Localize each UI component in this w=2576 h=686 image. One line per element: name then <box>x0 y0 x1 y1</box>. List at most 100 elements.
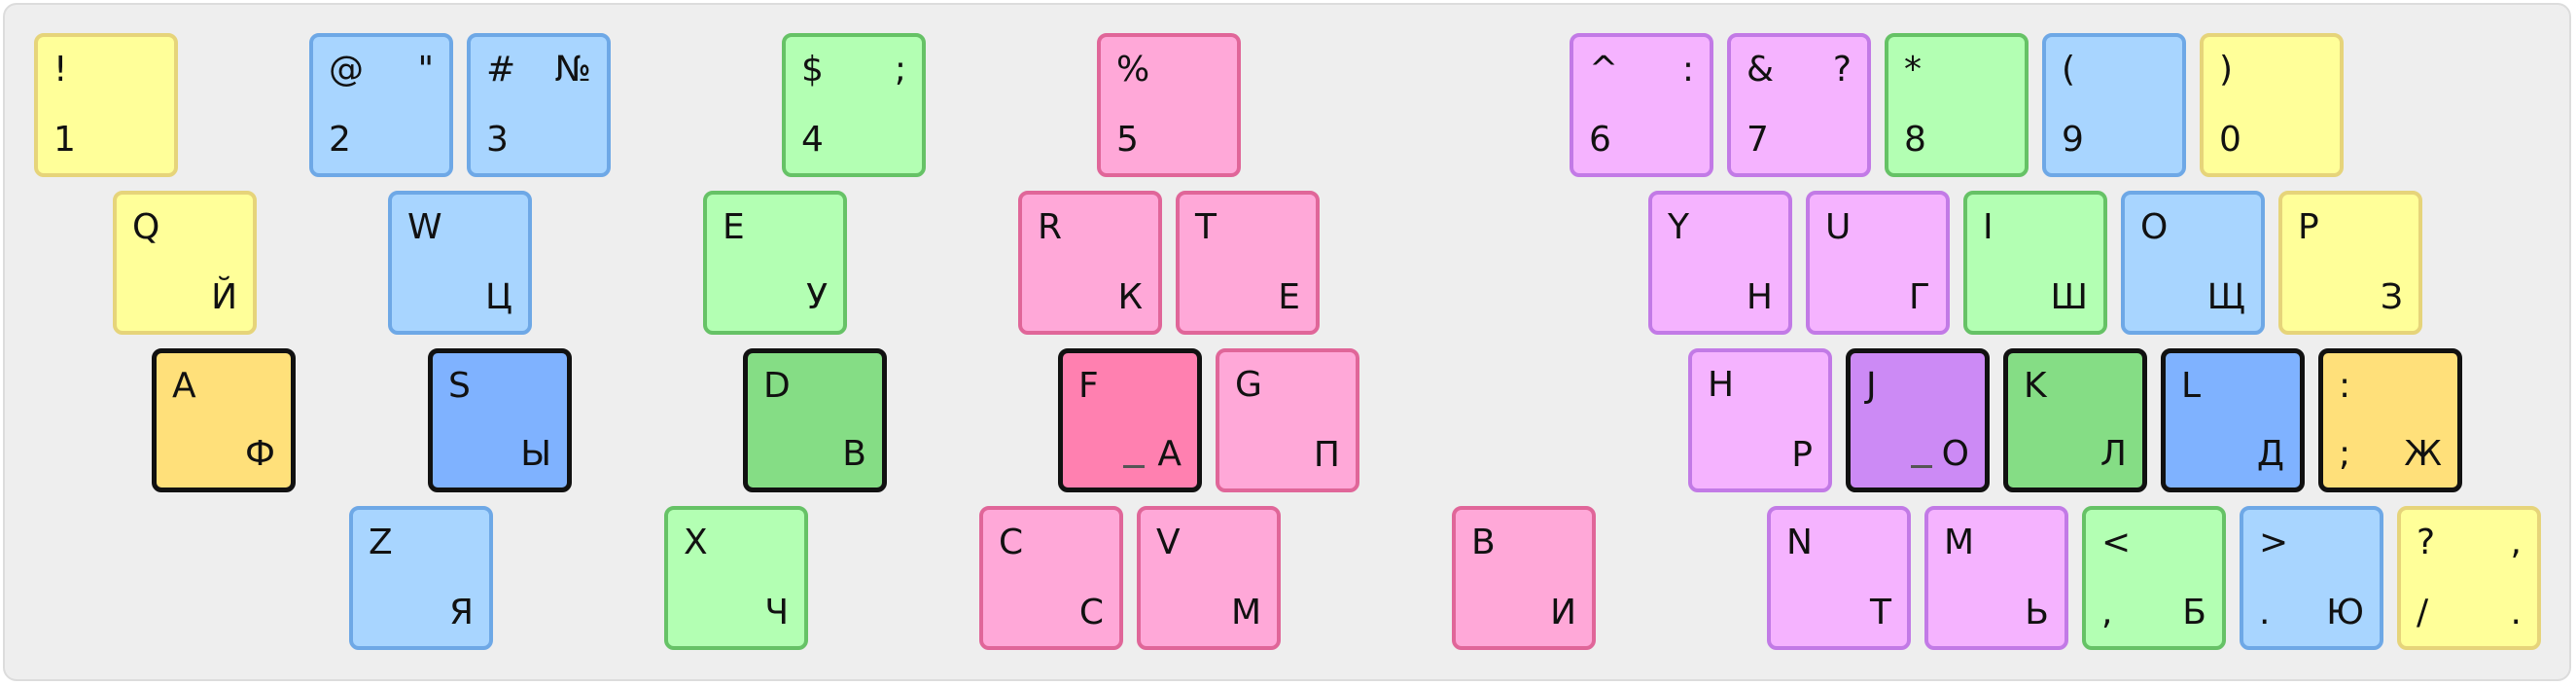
key-legend-br: Й <box>211 277 237 317</box>
key-5[interactable]: % 5 <box>1097 33 1241 177</box>
key-o[interactable]: OЩ <box>2121 191 2265 335</box>
key-g[interactable]: GП <box>1216 348 1359 492</box>
key-q[interactable]: QЙ <box>113 191 257 335</box>
key-k[interactable]: KЛ <box>2003 348 2147 492</box>
key-legend-tl: X <box>684 523 708 562</box>
key-comma[interactable]: <, Б <box>2082 506 2226 650</box>
key-legend-bl: 0 <box>2219 120 2241 160</box>
key-legend-br: Е <box>1278 277 1300 317</box>
key-l[interactable]: LД <box>2161 348 2305 492</box>
key-1[interactable]: ! 1 <box>34 33 178 177</box>
key-legend-br: Ж <box>2404 434 2442 474</box>
key-7[interactable]: &? 7 <box>1727 33 1871 177</box>
key-legend-br: Ч <box>764 593 789 632</box>
key-legend-bl: 3 <box>486 120 509 160</box>
key-i[interactable]: IШ <box>1963 191 2107 335</box>
key-y[interactable]: YН <box>1648 191 1792 335</box>
key-legend-br: Ф <box>245 434 275 474</box>
key-legend-tl: D <box>763 366 791 406</box>
key-legend-tl: * <box>1904 50 1922 90</box>
key-legend-tr: : <box>1681 50 1694 90</box>
key-legend-tl: ( <box>2062 50 2076 90</box>
key-legend-tl: # <box>486 50 516 90</box>
key-legend-tl: E <box>723 207 745 247</box>
key-legend-tr: , <box>2510 523 2522 562</box>
key-legend-tl: P <box>2298 207 2319 247</box>
key-legend-bl: 8 <box>1904 120 1926 160</box>
key-legend-bl: ; <box>2339 434 2351 474</box>
key-legend-br: Б <box>2182 593 2206 632</box>
key-legend-bl: 7 <box>1747 120 1769 160</box>
key-legend-br: Н <box>1746 277 1773 317</box>
key-legend-tl: @ <box>329 50 364 90</box>
keyboard-layout: ! 1 @ " 2 # № 3 $; 4 % 5 ^:6 &? 7 * 8 (9 ) 0 QЙ WЦ… <box>3 3 2571 681</box>
key-2[interactable]: @ " 2 <box>309 33 453 177</box>
key-legend-tl: ! <box>53 50 68 90</box>
key-legend-bl: . <box>2259 593 2271 632</box>
key-legend-tl: $ <box>801 50 824 90</box>
homing-bump-marker <box>1123 465 1145 468</box>
key-legend-tl: % <box>1116 50 1150 90</box>
key-period[interactable]: >. Ю <box>2240 506 2383 650</box>
key-legend-tl: Q <box>132 207 160 247</box>
key-legend-tl: ^ <box>1589 50 1619 90</box>
key-legend-br: М <box>1230 593 1261 632</box>
key-p[interactable]: PЗ <box>2278 191 2422 335</box>
key-legend-br: И <box>1550 593 1576 632</box>
key-v[interactable]: VМ <box>1137 506 1281 650</box>
key-legend-bl: 5 <box>1116 120 1139 160</box>
key-legend-br: Ю <box>2326 593 2364 632</box>
key-semicolon[interactable]: :; Ж <box>2318 348 2462 492</box>
key-legend-br: С <box>1078 593 1104 632</box>
key-6[interactable]: ^: 6 <box>1570 33 1713 177</box>
key-legend-br: О <box>1941 434 1969 474</box>
key-a[interactable]: AФ <box>152 348 296 492</box>
key-m[interactable]: MЬ <box>1924 506 2068 650</box>
key-x[interactable]: XЧ <box>664 506 808 650</box>
key-legend-tl: U <box>1825 207 1852 247</box>
key-legend-br: У <box>806 277 828 317</box>
key-legend-tl: G <box>1235 365 1262 405</box>
key-slash[interactable]: ?, /. <box>2397 506 2541 650</box>
key-3[interactable]: # № 3 <box>467 33 611 177</box>
key-f[interactable]: FА <box>1058 348 1202 492</box>
key-legend-br: Р <box>1791 435 1813 475</box>
key-legend-tl: H <box>1708 365 1735 405</box>
key-legend-bl: 6 <box>1589 120 1611 160</box>
key-e[interactable]: EУ <box>703 191 847 335</box>
key-legend-tl: V <box>1156 523 1181 562</box>
key-n[interactable]: NТ <box>1767 506 1911 650</box>
key-legend-tr: " <box>417 50 434 90</box>
key-d[interactable]: DВ <box>743 348 887 492</box>
key-4[interactable]: $; 4 <box>782 33 926 177</box>
key-legend-tr: ? <box>1832 50 1852 90</box>
key-t[interactable]: TЕ <box>1176 191 1320 335</box>
key-8[interactable]: * 8 <box>1885 33 2029 177</box>
key-legend-bl: , <box>2101 593 2113 632</box>
key-w[interactable]: WЦ <box>388 191 532 335</box>
key-9[interactable]: (9 <box>2042 33 2186 177</box>
key-0[interactable]: ) 0 <box>2200 33 2344 177</box>
key-legend-br: Ш <box>2050 277 2089 317</box>
key-h[interactable]: HР <box>1688 348 1832 492</box>
key-u[interactable]: UГ <box>1806 191 1950 335</box>
key-legend-br: Ц <box>485 277 512 317</box>
key-legend-tr: № <box>554 50 591 90</box>
key-legend-bl: 2 <box>329 120 351 160</box>
key-legend-bl: 9 <box>2062 120 2084 160</box>
key-legend-tl: J <box>1866 366 1877 406</box>
key-legend-br: П <box>1313 435 1340 475</box>
key-legend-tl: ) <box>2219 50 2234 90</box>
key-legend-bl: 1 <box>53 120 76 160</box>
key-c[interactable]: CС <box>979 506 1123 650</box>
key-legend-tl: S <box>448 366 471 406</box>
key-legend-br: В <box>842 434 866 474</box>
key-j[interactable]: JО <box>1846 348 1990 492</box>
key-legend-tl: W <box>407 207 442 247</box>
key-r[interactable]: RК <box>1018 191 1162 335</box>
key-legend-br: Ы <box>520 434 551 474</box>
key-legend-tl: M <box>1944 523 1975 562</box>
key-z[interactable]: ZЯ <box>349 506 493 650</box>
key-b[interactable]: BИ <box>1452 506 1596 650</box>
key-s[interactable]: SЫ <box>428 348 572 492</box>
